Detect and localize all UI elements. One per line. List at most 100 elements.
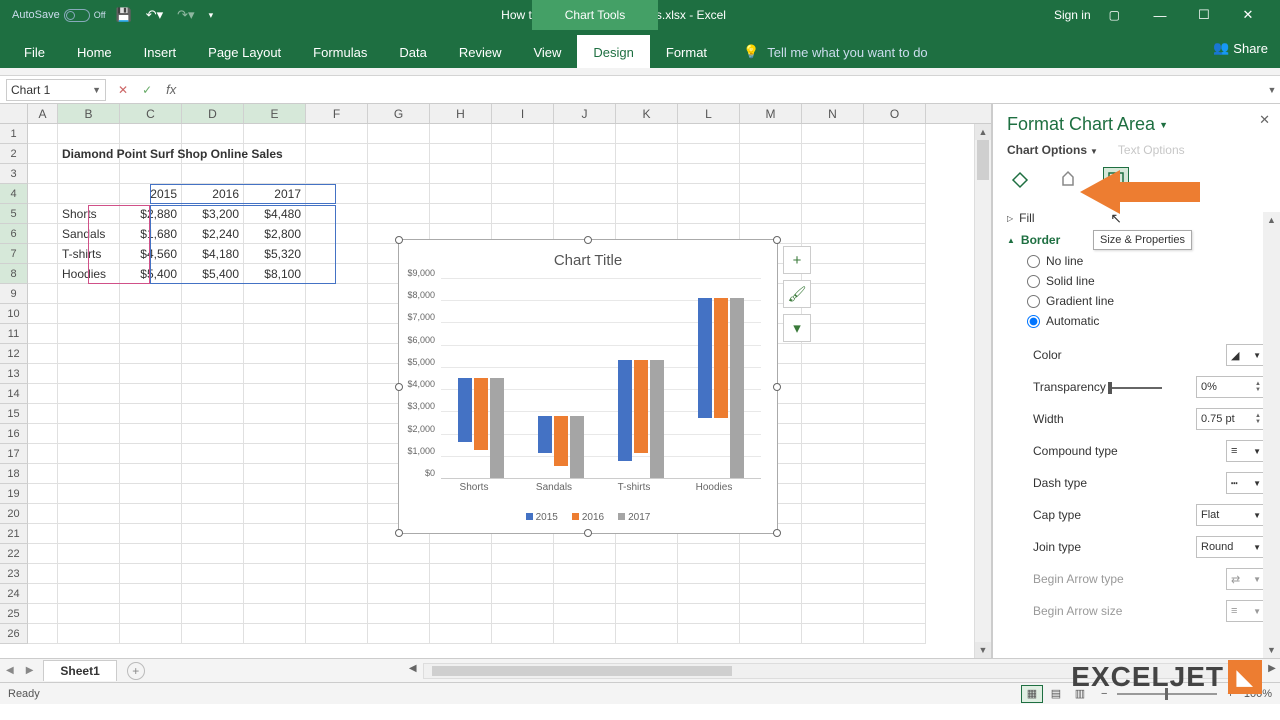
grid-cell[interactable] <box>120 344 182 364</box>
grid-cell[interactable] <box>28 204 58 224</box>
grid-cell[interactable] <box>554 184 616 204</box>
grid-cell[interactable] <box>28 284 58 304</box>
grid-cell[interactable] <box>492 584 554 604</box>
grid-cell[interactable] <box>678 124 740 144</box>
grid-cell[interactable] <box>554 584 616 604</box>
grid-cell[interactable]: $4,180 <box>182 244 244 264</box>
grid-cell[interactable] <box>864 124 926 144</box>
border-gradient-line-radio[interactable]: Gradient line <box>993 291 1280 311</box>
row-header[interactable]: 18 <box>0 464 28 484</box>
tab-design[interactable]: Design <box>577 35 649 68</box>
grid-cell[interactable] <box>554 164 616 184</box>
grid-cell[interactable] <box>678 144 740 164</box>
grid-cell[interactable] <box>430 564 492 584</box>
row-header[interactable]: 19 <box>0 484 28 504</box>
grid-cell[interactable] <box>182 524 244 544</box>
grid-cell[interactable] <box>306 464 368 484</box>
grid-cell[interactable] <box>616 144 678 164</box>
row-header[interactable]: 11 <box>0 324 28 344</box>
grid-cell[interactable] <box>244 284 306 304</box>
grid-cell[interactable] <box>616 624 678 644</box>
grid-cell[interactable] <box>864 584 926 604</box>
grid-cell[interactable] <box>58 384 120 404</box>
grid-cell[interactable] <box>740 124 802 144</box>
grid-cell[interactable] <box>244 304 306 324</box>
grid-cell[interactable] <box>678 204 740 224</box>
tab-format[interactable]: Format <box>650 35 723 68</box>
grid-cell[interactable] <box>554 544 616 564</box>
grid-cell[interactable] <box>120 484 182 504</box>
grid-cell[interactable] <box>492 564 554 584</box>
grid-cell[interactable] <box>244 484 306 504</box>
transparency-slider[interactable] <box>1112 387 1162 389</box>
grid-cell[interactable]: $4,480 <box>244 204 306 224</box>
grid-cell[interactable] <box>864 184 926 204</box>
grid-cell[interactable] <box>182 304 244 324</box>
row-header[interactable]: 24 <box>0 584 28 604</box>
grid-cell[interactable] <box>58 444 120 464</box>
grid-cell[interactable] <box>864 544 926 564</box>
grid-cell[interactable] <box>802 484 864 504</box>
grid-cell[interactable] <box>182 384 244 404</box>
grid-cell[interactable] <box>306 144 368 164</box>
formula-input[interactable] <box>194 79 1264 101</box>
grid-cell[interactable] <box>120 564 182 584</box>
grid-cell[interactable] <box>802 344 864 364</box>
grid-cell[interactable] <box>802 384 864 404</box>
row-header[interactable]: 22 <box>0 544 28 564</box>
grid-cell[interactable] <box>244 544 306 564</box>
grid-cell[interactable] <box>306 184 368 204</box>
hscroll-right-icon[interactable]: ▶ <box>1264 663 1280 679</box>
grid-cell[interactable] <box>58 284 120 304</box>
grid-cell[interactable] <box>120 624 182 644</box>
grid-cell[interactable] <box>182 364 244 384</box>
grid-cell[interactable] <box>182 584 244 604</box>
grid-cell[interactable] <box>492 604 554 624</box>
grid-cell[interactable] <box>28 244 58 264</box>
grid-cell[interactable] <box>430 164 492 184</box>
grid-cell[interactable] <box>740 584 802 604</box>
border-no-line-radio[interactable]: No line <box>993 251 1280 271</box>
grid-cell[interactable] <box>864 484 926 504</box>
grid-cell[interactable] <box>120 304 182 324</box>
grid-cell[interactable] <box>244 124 306 144</box>
grid-cell[interactable] <box>802 204 864 224</box>
grid-cell[interactable] <box>244 344 306 364</box>
grid-cell[interactable] <box>368 164 430 184</box>
row-header[interactable]: 21 <box>0 524 28 544</box>
grid-cell[interactable] <box>120 544 182 564</box>
grid-cell[interactable] <box>120 324 182 344</box>
col-header[interactable]: C <box>120 104 182 123</box>
tab-home[interactable]: Home <box>61 35 128 68</box>
grid-cell[interactable] <box>244 324 306 344</box>
grid-cell[interactable] <box>58 404 120 424</box>
grid-cell[interactable] <box>802 144 864 164</box>
chart-filters-button[interactable]: ▾ <box>783 314 811 342</box>
grid-cell[interactable] <box>740 544 802 564</box>
grid-cell[interactable] <box>28 444 58 464</box>
row-header[interactable]: 14 <box>0 384 28 404</box>
grid-cell[interactable] <box>554 124 616 144</box>
grid-cell[interactable] <box>802 464 864 484</box>
grid-cell[interactable] <box>368 564 430 584</box>
chart-options-dropdown[interactable]: Chart Options▼ <box>1007 143 1098 157</box>
grid-cell[interactable] <box>120 524 182 544</box>
grid-cell[interactable] <box>864 504 926 524</box>
grid-cell[interactable] <box>306 324 368 344</box>
col-header[interactable]: O <box>864 104 926 123</box>
grid-cell[interactable] <box>802 564 864 584</box>
grid-cell[interactable] <box>58 324 120 344</box>
grid-cell[interactable]: Hoodies <box>58 264 120 284</box>
grid-cell[interactable] <box>864 524 926 544</box>
tab-insert[interactable]: Insert <box>128 35 193 68</box>
grid-cell[interactable] <box>244 584 306 604</box>
grid-cell[interactable] <box>802 604 864 624</box>
grid-cell[interactable] <box>802 624 864 644</box>
grid-cell[interactable] <box>58 124 120 144</box>
grid-cell[interactable] <box>244 564 306 584</box>
grid-cell[interactable] <box>306 444 368 464</box>
grid-cell[interactable] <box>58 344 120 364</box>
grid-cell[interactable] <box>864 344 926 364</box>
grid-cell[interactable] <box>368 604 430 624</box>
autosave-toggle[interactable]: AutoSave Off <box>12 9 106 22</box>
